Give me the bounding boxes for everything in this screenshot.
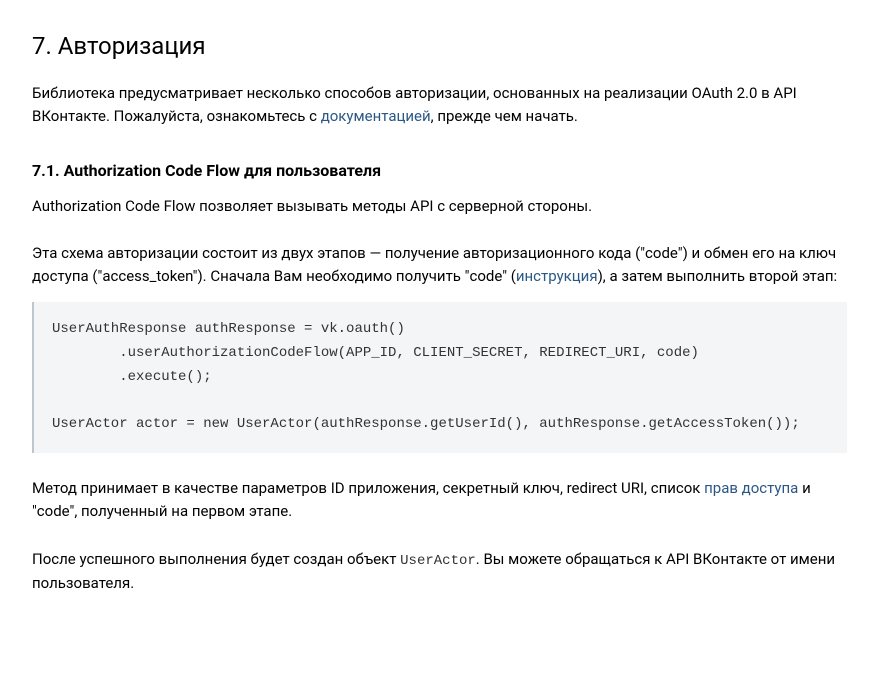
- code-sample: UserAuthResponse authResponse = vk.oauth…: [32, 302, 847, 453]
- inline-code-useractor: UserActor: [400, 553, 476, 569]
- permissions-link[interactable]: прав доступа: [704, 479, 798, 497]
- subsection-p3: Метод принимает в качестве параметров ID…: [32, 477, 847, 524]
- subsection-p4: После успешного выполнения будет создан …: [32, 548, 847, 596]
- subsection-p1: Authorization Code Flow позволяет вызыва…: [32, 195, 847, 218]
- section-heading: 7. Авторизация: [32, 28, 847, 64]
- subsection-p2: Эта схема авторизации состоит из двух эт…: [32, 242, 847, 289]
- subsection-heading: 7.1. Authorization Code Flow для пользов…: [32, 159, 847, 183]
- p2-text-after: ), а затем выполнить второй этап:: [598, 267, 838, 285]
- p4-text-before: После успешного выполнения будет создан …: [32, 550, 400, 568]
- instruction-link[interactable]: инструкция: [516, 267, 598, 285]
- intro-text-after: , прежде чем начать.: [431, 107, 578, 125]
- documentation-link[interactable]: документацией: [321, 107, 431, 125]
- intro-paragraph: Библиотека предусматривает несколько спо…: [32, 82, 847, 129]
- p3-text-before: Метод принимает в качестве параметров ID…: [32, 479, 704, 497]
